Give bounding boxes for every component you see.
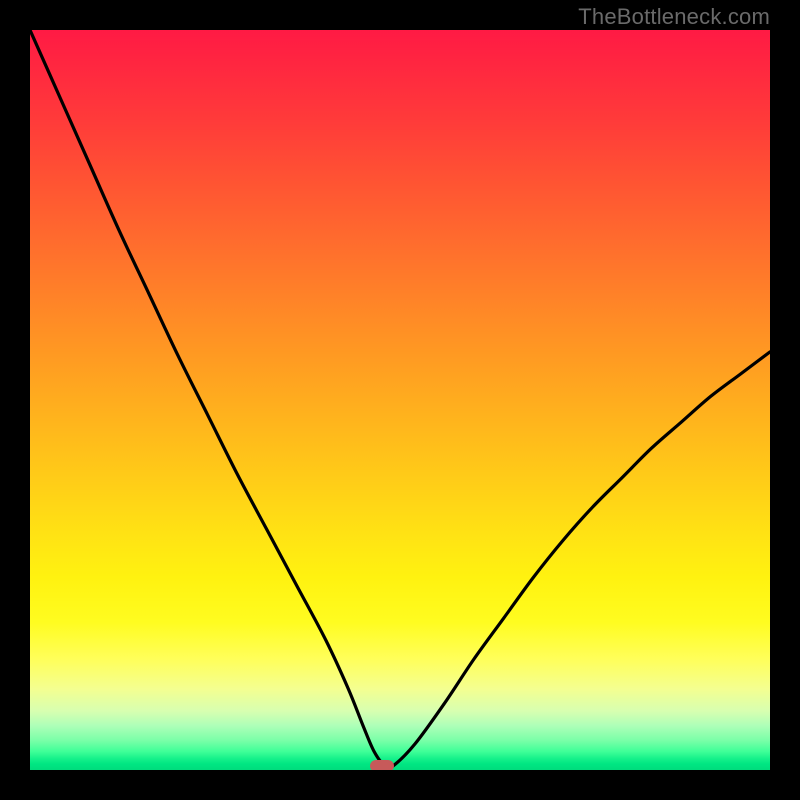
bottleneck-curve bbox=[30, 30, 770, 770]
plot-area bbox=[30, 30, 770, 770]
curve-path bbox=[30, 30, 770, 769]
watermark-text: TheBottleneck.com bbox=[578, 4, 770, 30]
minimum-marker bbox=[370, 760, 394, 770]
chart-frame: TheBottleneck.com bbox=[0, 0, 800, 800]
